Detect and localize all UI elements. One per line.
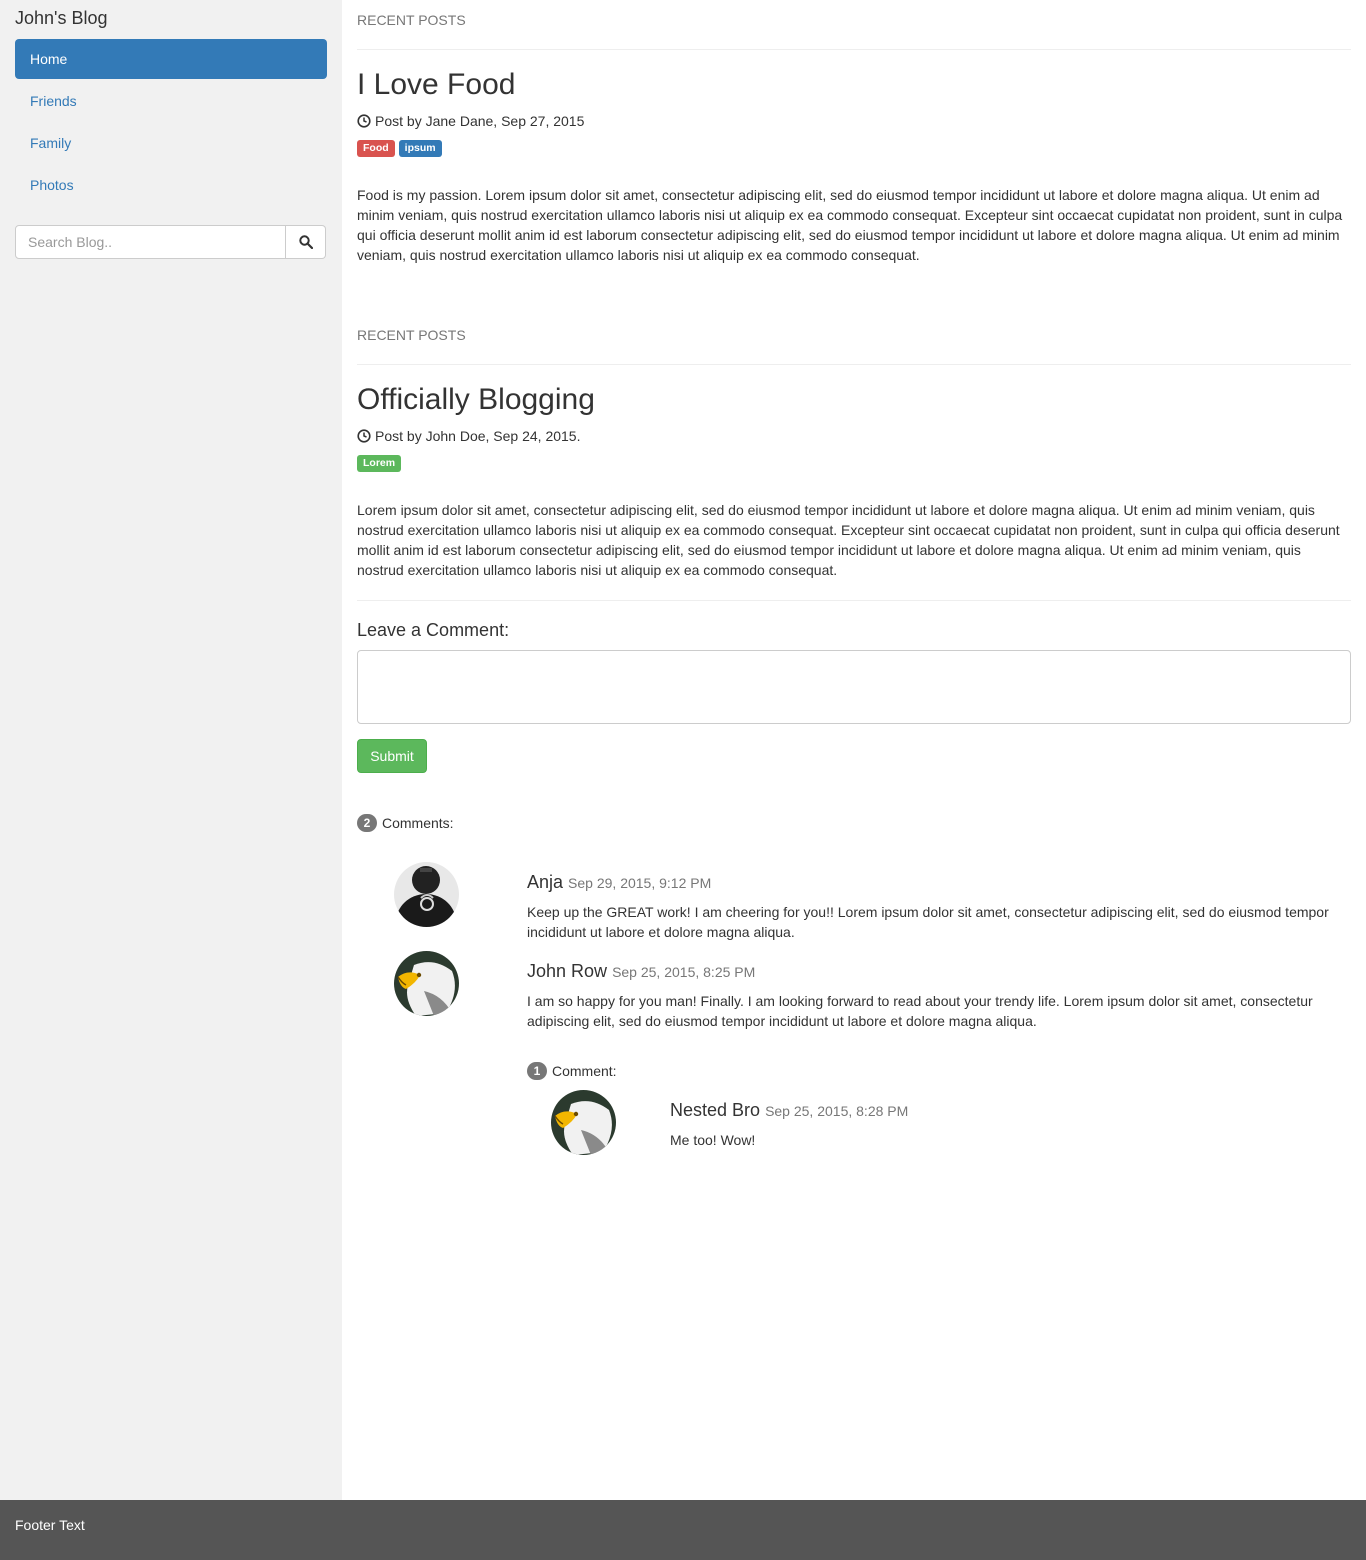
reply-badge: 1 [527, 1062, 547, 1080]
blog-brand[interactable]: John's Blog [15, 8, 108, 29]
post-tags: Food ipsum [357, 140, 442, 157]
post-meta-text: Post by Jane Dane, Sep 27, 2015 [375, 113, 585, 129]
post-title: Officially Blogging [357, 383, 595, 416]
divider [357, 600, 1351, 601]
comment-header: John Row Sep 25, 2015, 8:25 PM [527, 961, 755, 982]
eagle-avatar-image [551, 1090, 616, 1155]
clock-icon [357, 429, 371, 443]
eagle-avatar-image [394, 951, 459, 1016]
nav-item-family[interactable]: Family [15, 123, 327, 163]
footer-text: Footer Text [15, 1517, 85, 1533]
reply-count: 1 Comment: [527, 1062, 617, 1080]
post-body: Food is my passion. Lorem ipsum dolor si… [357, 187, 1343, 263]
comment-author: Nested Bro [670, 1100, 761, 1120]
nav-item-photos[interactable]: Photos [15, 165, 327, 205]
search-input[interactable] [15, 225, 286, 259]
nav-item-home[interactable]: Home [15, 39, 327, 79]
comment-header: Anja Sep 29, 2015, 9:12 PM [527, 872, 711, 893]
divider [357, 49, 1351, 50]
search-icon [298, 235, 313, 249]
footer: Footer Text [0, 1500, 1366, 1560]
post-meta-text: Post by John Doe, Sep 24, 2015. [375, 428, 581, 444]
avatar [394, 951, 459, 1016]
nav-item-friends[interactable]: Friends [15, 81, 327, 121]
comments-count: 2 Comments: [357, 814, 454, 832]
comment-date: Sep 25, 2015, 8:25 PM [612, 964, 756, 980]
section-label: RECENT POSTS [357, 327, 466, 343]
post-meta: Post by Jane Dane, Sep 27, 2015 [357, 113, 584, 129]
user-avatar-image [394, 862, 459, 927]
post-body: Lorem ipsum dolor sit amet, consectetur … [357, 502, 1340, 578]
comment-text: Me too! Wow! [670, 1132, 756, 1148]
comments-badge: 2 [357, 814, 377, 832]
reply-count-label: Comment: [552, 1063, 617, 1079]
comment-text: I am so happy for you man! Finally. I am… [527, 993, 1313, 1029]
post-meta: Post by John Doe, Sep 24, 2015. [357, 428, 580, 444]
sidebar: John's Blog Home Friends Family Photos [0, 0, 342, 1500]
tag-label[interactable]: Food [357, 140, 395, 157]
comment-author: Anja [527, 872, 564, 892]
clock-icon [357, 114, 371, 128]
post-title: I Love Food [357, 68, 516, 101]
comments-count-label: Comments: [382, 815, 454, 831]
tag-label[interactable]: Lorem [357, 455, 402, 472]
submit-button[interactable]: Submit [357, 739, 427, 773]
search-button[interactable] [286, 225, 326, 259]
divider [357, 364, 1351, 365]
sidebar-nav: Home Friends Family Photos [15, 39, 327, 207]
post-tags: Lorem [357, 455, 402, 472]
search-group [15, 225, 326, 259]
section-label: RECENT POSTS [357, 12, 466, 28]
tag-label[interactable]: ipsum [398, 140, 442, 157]
avatar [551, 1090, 616, 1155]
comment-textarea[interactable] [357, 650, 1351, 724]
comment-date: Sep 25, 2015, 8:28 PM [765, 1103, 909, 1119]
comment-text: Keep up the GREAT work! I am cheering fo… [527, 904, 1329, 940]
comment-date: Sep 29, 2015, 9:12 PM [568, 875, 712, 891]
avatar [394, 862, 459, 927]
comment-form-heading: Leave a Comment: [357, 620, 510, 640]
comment-header: Nested Bro Sep 25, 2015, 8:28 PM [670, 1100, 908, 1121]
comment-author: John Row [527, 961, 608, 981]
